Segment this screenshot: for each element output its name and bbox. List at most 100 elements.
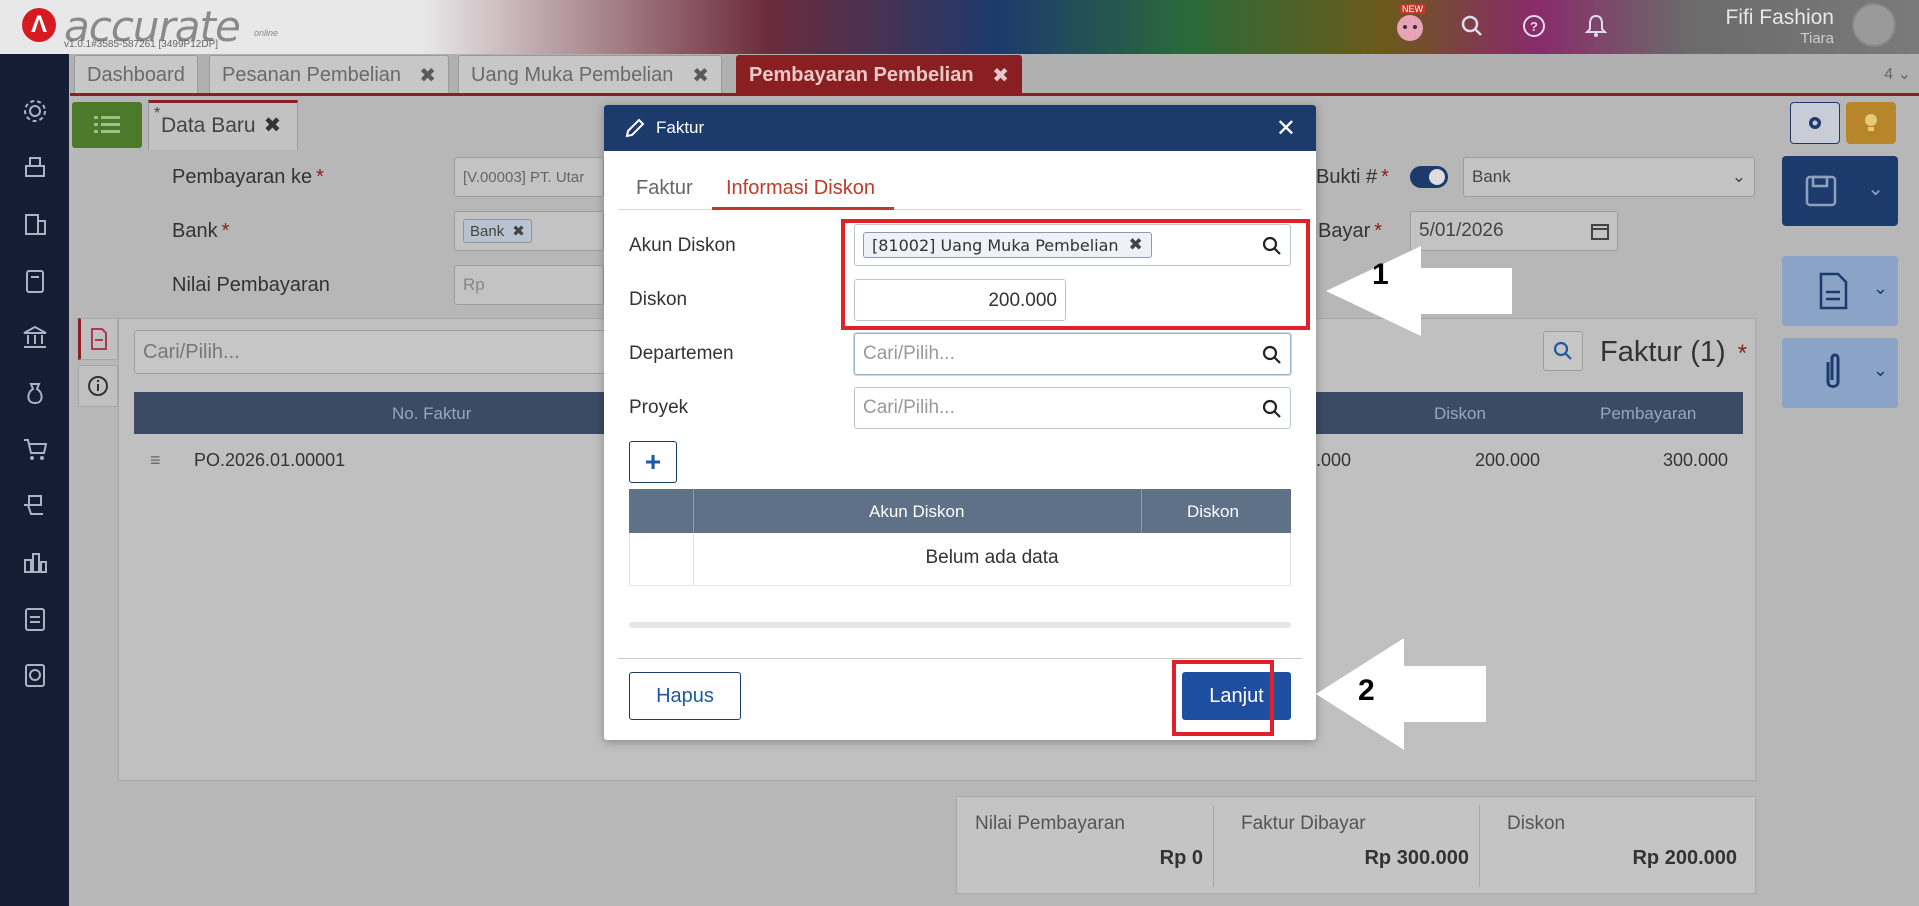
departemen-input[interactable]: Cari/Pilih... — [854, 333, 1291, 375]
pembayaran-ke-field[interactable]: [V.00003] PT. Utar — [454, 157, 604, 197]
close-icon[interactable]: ✖ — [692, 63, 709, 88]
cart-icon[interactable] — [18, 432, 52, 466]
bank-label: Bank * — [172, 220, 230, 242]
tab-faktur[interactable]: Faktur — [636, 177, 693, 200]
logo-mark: Λ — [22, 8, 56, 42]
user-name: Fifi Fashion — [1725, 6, 1834, 29]
new-feature-icon[interactable]: NEW — [1392, 4, 1428, 44]
tanggal-bayar-input[interactable]: 5/01/2026 — [1410, 211, 1618, 251]
calendar-icon[interactable] — [1591, 222, 1609, 240]
hapus-button[interactable]: Hapus — [629, 672, 741, 720]
help-icon[interactable]: ? — [1516, 8, 1552, 44]
close-icon[interactable]: ✖ — [264, 114, 282, 137]
col-akun-diskon: Akun Diskon — [869, 502, 965, 521]
sidebar — [0, 54, 69, 906]
chevron-down-icon[interactable]: ⌄ — [1873, 278, 1888, 299]
document-icon — [1819, 272, 1848, 310]
active-tab-indicator — [712, 207, 894, 210]
money-bag-icon[interactable] — [18, 376, 52, 410]
annotation-2: 2 — [1358, 674, 1375, 707]
summary-bar: Nilai Pembayaran Rp 0 Faktur Dibayar Rp … — [956, 796, 1756, 894]
bell-icon[interactable] — [1578, 8, 1614, 44]
save-button[interactable]: ⌄ — [1782, 156, 1898, 226]
list-button[interactable] — [72, 102, 142, 148]
tax-icon[interactable] — [18, 602, 52, 636]
tabs-count[interactable]: 4 ⌄ — [1884, 64, 1911, 84]
gear-icon — [1809, 117, 1821, 129]
printer-icon[interactable] — [18, 151, 52, 185]
tab-label: Dashboard — [87, 63, 185, 86]
settings-button[interactable] — [1790, 102, 1840, 144]
search-icon[interactable] — [1454, 8, 1490, 44]
col-diskon: Diskon — [1434, 404, 1486, 423]
search-button[interactable] — [1543, 331, 1583, 371]
modal-header: Faktur ✕ — [604, 105, 1316, 151]
drag-handle-icon[interactable]: ≡ — [150, 450, 161, 471]
diskon-label: Diskon — [629, 289, 688, 310]
arrow-1 — [1326, 246, 1512, 336]
logo-online: online — [254, 28, 279, 38]
list-icon — [94, 116, 120, 133]
tab-uang-muka-pembelian[interactable]: Uang Muka Pembelian ✖ — [458, 55, 722, 94]
doc-tab-data-baru[interactable]: * Data Baru ✖ — [148, 100, 298, 150]
proyek-label: Proyek — [629, 397, 689, 418]
avatar[interactable] — [1852, 3, 1896, 47]
search-icon[interactable] — [1262, 399, 1282, 419]
tips-button[interactable] — [1846, 102, 1896, 144]
svg-text:?: ? — [1530, 19, 1538, 34]
building-icon[interactable] — [18, 207, 52, 241]
tab-pesanan-pembelian[interactable]: Pesanan Pembelian ✖ — [209, 55, 449, 94]
highlight-box-1 — [841, 219, 1310, 330]
summary-label: Diskon — [1507, 813, 1566, 834]
akun-diskon-label: Akun Diskon — [629, 235, 736, 256]
bukti-toggle[interactable] — [1410, 166, 1448, 188]
gear-icon[interactable] — [18, 94, 52, 128]
nilai-pembayaran-input[interactable]: Rp — [454, 265, 604, 305]
lightbulb-icon — [1865, 114, 1877, 131]
tab-bar: Dashboard Pesanan Pembelian ✖ Uang Muka … — [70, 54, 1919, 94]
book-icon[interactable] — [18, 264, 52, 298]
new-badge: NEW — [1400, 4, 1425, 14]
tab-dashboard[interactable]: Dashboard — [74, 55, 198, 94]
detail-tab[interactable] — [78, 318, 118, 360]
report-icon[interactable] — [18, 658, 52, 692]
bank-icon[interactable] — [18, 320, 52, 354]
info-tab[interactable] — [78, 365, 118, 407]
close-icon[interactable]: ✖ — [992, 63, 1009, 88]
chevron-down-icon[interactable]: ⌄ — [1867, 176, 1884, 201]
horizontal-scrollbar[interactable] — [629, 622, 1291, 628]
tab-label: Uang Muka Pembelian — [471, 63, 674, 86]
user-info[interactable]: Fifi Fashion Tiara — [1700, 6, 1834, 47]
bukti-select[interactable]: Bank ⌄ — [1463, 157, 1755, 197]
cart-box-icon[interactable] — [18, 489, 52, 523]
tab-label: Pesanan Pembelian — [222, 63, 402, 86]
departemen-label: Departemen — [629, 343, 734, 364]
add-row-button[interactable]: + — [629, 441, 677, 483]
doc-tab-label: Data Baru — [161, 114, 256, 137]
close-icon[interactable]: ✕ — [1276, 114, 1296, 143]
tab-pembayaran-pembelian[interactable]: Pembayaran Pembelian ✖ — [736, 55, 1022, 94]
col-no-faktur: No. Faktur — [392, 404, 472, 423]
tanggal-bayar-label: l Bayar * — [1308, 220, 1383, 242]
document-button[interactable]: ⌄ — [1782, 256, 1898, 326]
attachment-button[interactable]: ⌄ — [1782, 338, 1898, 408]
bank-chip[interactable]: Bank ✖ — [463, 219, 532, 243]
bank-field[interactable]: Bank ✖ — [454, 211, 604, 251]
summary-value: Rp 200.000 — [1632, 847, 1737, 869]
tab-informasi-diskon[interactable]: Informasi Diskon — [726, 177, 875, 200]
row-pembayaran: 300.000 — [1663, 450, 1729, 470]
user-role: Tiara — [1800, 30, 1834, 47]
chevron-down-icon[interactable]: ⌄ — [1873, 360, 1888, 381]
proyek-input[interactable]: Cari/Pilih... — [854, 387, 1291, 429]
remove-icon[interactable]: ✖ — [512, 222, 525, 240]
faktur-search-input[interactable]: Cari/Pilih... — [134, 330, 614, 374]
divider — [1479, 805, 1480, 887]
chart-building-icon[interactable] — [18, 545, 52, 579]
search-icon[interactable] — [1262, 345, 1282, 365]
col-diskon: Diskon — [1187, 502, 1239, 521]
annotation-1: 1 — [1372, 258, 1389, 291]
info-icon — [88, 376, 108, 396]
col-pembayaran: Pembayaran — [1600, 404, 1697, 423]
close-icon[interactable]: ✖ — [419, 63, 436, 88]
pencil-icon — [625, 118, 645, 138]
